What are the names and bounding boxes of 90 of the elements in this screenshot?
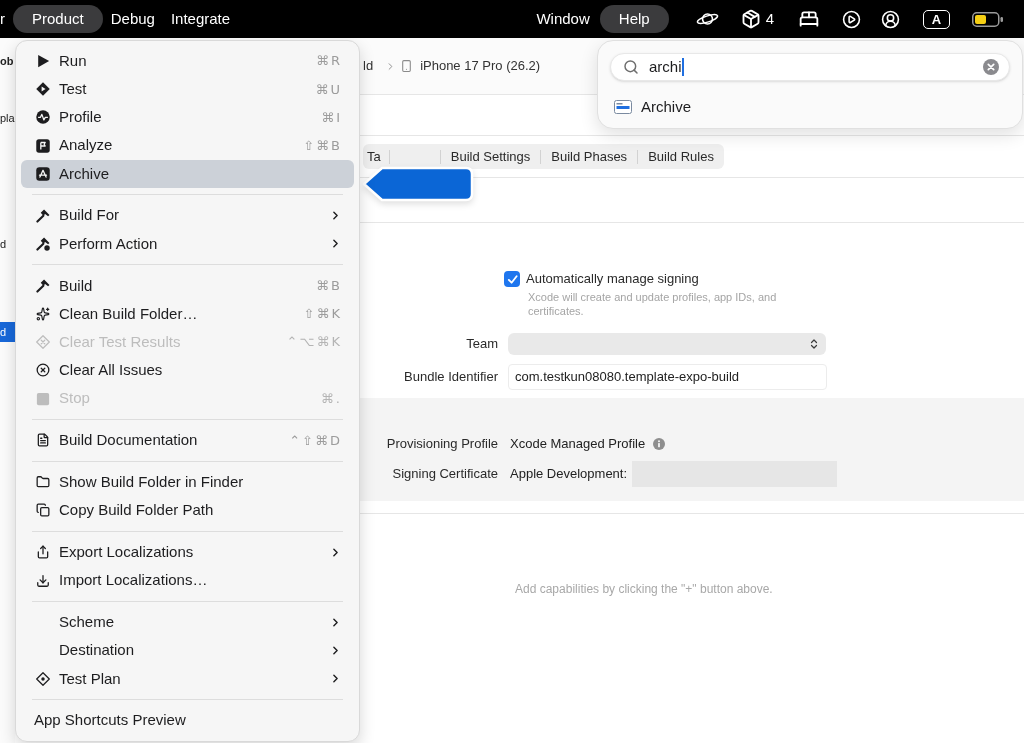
diamond-icon: [36, 671, 50, 686]
menu-item[interactable]: Clean Build Folder… ⇧⌘K: [21, 299, 354, 329]
text-cursor: [681, 58, 684, 76]
play-icon: [36, 54, 50, 69]
destination-button[interactable]: iPhone 17 Pro (26.2): [400, 56, 541, 76]
menu-item[interactable]: Build For: [21, 201, 354, 230]
sidebar-item[interactable]: ob: [0, 53, 15, 69]
document-icon: [36, 433, 50, 448]
info-icon[interactable]: [653, 438, 666, 450]
keyboard-shortcut: ⌘I: [321, 108, 342, 127]
field-label: Team: [466, 335, 498, 354]
copy-icon: [36, 503, 50, 518]
keyboard-shortcut: ⌃⌥⌘K: [286, 333, 342, 352]
hammer-circle-icon: [36, 236, 50, 251]
menu-item[interactable]: Archive: [21, 159, 354, 188]
menu-item[interactable]: Scheme: [21, 608, 354, 637]
share-icon: [36, 545, 50, 560]
flag-square-icon: [36, 138, 50, 153]
sidebar-item[interactable]: d: [0, 236, 15, 252]
keyboard-shortcut: ⇧⌘K: [303, 305, 342, 324]
pulse-circle-icon: [36, 110, 50, 125]
input-source-indicator[interactable]: A: [923, 9, 950, 29]
diamond-play-icon: [36, 82, 50, 97]
keyboard-shortcut: ⌘R: [315, 52, 342, 71]
menu-item[interactable]: Show Build Folder in Finder: [21, 468, 354, 497]
menu-item[interactable]: Analyze ⇧⌘B: [21, 131, 354, 160]
editor-tab[interactable]: Build Phases: [541, 146, 638, 167]
letter-a-square-icon: [36, 166, 50, 181]
menu-item[interactable]: Copy Build Folder Path: [21, 496, 354, 525]
menu-item[interactable]: Build ⌘B: [21, 271, 354, 300]
up-down-chevron-icon: [808, 337, 820, 351]
battery-icon[interactable]: [972, 11, 1003, 27]
menu-bar-item[interactable]: Debug: [102, 5, 163, 33]
field-label: Provisioning Profile: [386, 435, 498, 454]
status-count: 4: [765, 8, 774, 29]
download-icon: [36, 573, 50, 588]
menu-item[interactable]: Clear All Issues: [21, 356, 354, 385]
menu-item[interactable]: Test ⌘U: [21, 75, 354, 104]
menu-item[interactable]: Export Localizations: [21, 538, 354, 567]
menu-bar-item[interactable]: Integrate: [162, 5, 239, 33]
planet-icon[interactable]: [695, 11, 719, 27]
sidebar-item[interactable]: d: [0, 322, 15, 342]
field-value: Apple Development:: [510, 465, 628, 484]
keyboard-shortcut: ⌘B: [316, 277, 342, 296]
field-label: Signing Certificate: [392, 465, 498, 484]
menu-bar-item[interactable]: r: [0, 5, 13, 33]
menu-item[interactable]: Build Documentation ⌃⇧⌘D: [21, 426, 354, 455]
capabilities-hint: Add capabilities by clicking the "+" button above.: [515, 581, 773, 598]
editor-tab[interactable]: Build Settings: [440, 146, 541, 167]
search-icon: [623, 59, 639, 75]
sidebar-item[interactable]: pla: [0, 110, 15, 126]
breadcrumb-item[interactable]: ld: [363, 56, 374, 76]
field-label: Bundle Identifier: [404, 368, 498, 387]
menu-item[interactable]: Perform Action: [21, 229, 354, 258]
keyboard-shortcut: ⌃⇧⌘D: [289, 431, 342, 450]
menu-item[interactable]: Import Localizations…: [21, 566, 354, 595]
menu-item[interactable]: Run ⌘R: [21, 47, 354, 76]
editor-tab[interactable]: Build Rules: [638, 146, 724, 167]
field-value: Xcode Managed Profile: [510, 435, 646, 454]
menu-item[interactable]: Test Plan: [21, 664, 354, 693]
bundle-identifier-field[interactable]: com.testkun08080.template-expo-build: [508, 364, 827, 390]
menu-item[interactable]: Profile ⌘I: [21, 103, 354, 132]
diamond-x-icon: [36, 335, 50, 350]
menu-item[interactable]: App Shortcuts Preview: [21, 706, 354, 735]
folder-icon: [36, 475, 50, 490]
menu-item[interactable]: Destination: [21, 636, 354, 665]
keyboard-shortcut: ⇧⌘B: [303, 136, 342, 155]
editor-tab[interactable]: Ta: [363, 146, 389, 167]
square-icon: [36, 391, 50, 406]
keyboard-shortcut: ⌘U: [315, 80, 342, 99]
hammer-icon: [36, 208, 50, 223]
search-field[interactable]: archi: [610, 53, 1010, 81]
menu-bar-item[interactable]: Help: [599, 5, 669, 33]
menu-bar-item[interactable]: Window: [528, 5, 598, 33]
clear-icon[interactable]: [983, 59, 999, 75]
user-circle-icon[interactable]: [881, 9, 900, 29]
circle-x-icon: [36, 363, 50, 378]
menu-bar-item[interactable]: Product: [13, 5, 103, 33]
signing-description: Xcode will create and update profiles, app IDs, and certificates.: [528, 290, 778, 318]
bed-icon[interactable]: [798, 9, 820, 29]
play-circle-icon[interactable]: [842, 9, 861, 29]
hammer-icon: [36, 278, 50, 293]
search-result[interactable]: Archive: [608, 96, 1012, 118]
sparkles-icon: [36, 306, 50, 321]
checkbox[interactable]: [504, 271, 520, 287]
window-icon: [614, 100, 632, 114]
checkbox-label: Automatically manage signing: [526, 270, 699, 289]
phone-icon: [400, 58, 414, 74]
keyboard-shortcut: ⌘.: [320, 389, 342, 408]
package-icon[interactable]: [740, 9, 761, 29]
